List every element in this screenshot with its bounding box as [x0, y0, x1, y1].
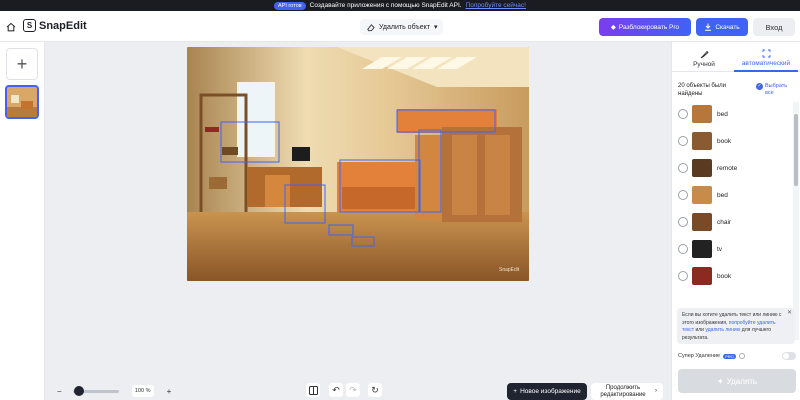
radio-button[interactable] — [678, 163, 688, 173]
logo[interactable]: S SnapEdit — [23, 19, 87, 32]
compare-icon[interactable] — [306, 383, 320, 397]
object-label: bed — [717, 110, 728, 118]
chevron-right-icon: › — [655, 388, 657, 395]
radio-button[interactable] — [678, 136, 688, 146]
download-button[interactable]: Скачать — [696, 18, 748, 36]
list-item[interactable]: chair — [672, 210, 793, 234]
object-panel: Ручной автоматический 20 объекты были на… — [671, 42, 800, 400]
radio-button[interactable] — [678, 271, 688, 281]
object-label: book — [717, 137, 732, 145]
home-icon[interactable] — [5, 21, 17, 33]
object-label: tv — [717, 245, 723, 253]
logo-text: SnapEdit — [39, 19, 87, 32]
chevron-down-icon: ▾ — [433, 24, 438, 31]
redo-icon[interactable]: ↷ — [346, 383, 360, 397]
new-image-label: Новое изображение — [520, 388, 581, 395]
object-label: chair — [717, 218, 732, 226]
radio-button[interactable] — [678, 217, 688, 227]
select-all-label: Выбрать все — [765, 83, 788, 96]
continue-editing-button[interactable]: Продолжить редактирование › — [591, 383, 663, 400]
top-header: S SnapEdit Удалить объект ▾ ◆ Разблокиро… — [0, 11, 800, 42]
image-sidebar: + — [0, 42, 45, 400]
download-label: Скачать — [715, 23, 740, 31]
room-photo[interactable]: SnapEdit — [187, 47, 529, 281]
remove-label: Удалять — [726, 376, 758, 386]
mode-tabs: Ручной автоматический — [672, 42, 800, 72]
plus-icon: + — [513, 388, 518, 395]
unlock-pro-button[interactable]: ◆ Разблокировать Pro — [599, 18, 691, 36]
list-item[interactable]: tv — [672, 237, 793, 261]
new-image-button[interactable]: + Новое изображение — [507, 383, 587, 400]
zoom-slider[interactable] — [72, 385, 119, 396]
tool-select-label: Удалить объект — [379, 23, 430, 31]
super-remove-toggle[interactable] — [782, 352, 796, 360]
objects-found-text: 20 объекты были найдены — [678, 83, 727, 97]
banner-text: Создавайте приложения с помощью SnapEdit… — [309, 2, 462, 9]
image-thumbnail[interactable] — [5, 85, 39, 119]
check-icon: ✓ — [756, 83, 763, 90]
brush-icon — [700, 50, 709, 59]
object-thumbnail — [692, 267, 712, 285]
download-icon — [705, 23, 712, 31]
info-icon[interactable] — [738, 353, 745, 359]
remove-line-link[interactable]: удалить линию — [705, 327, 740, 333]
close-icon[interactable]: ✕ — [787, 310, 792, 318]
list-item[interactable]: bed — [672, 183, 793, 207]
zoom-value[interactable]: 100 % — [131, 385, 154, 397]
object-thumbnail — [692, 213, 712, 231]
add-image-button[interactable]: + — [6, 48, 38, 80]
api-badge: API готов — [274, 1, 306, 10]
svg-text:SnapEdit: SnapEdit — [499, 267, 520, 273]
select-all-button[interactable]: ✓ Выбрать все — [756, 83, 789, 96]
reset-icon[interactable]: ↻ — [368, 383, 382, 397]
tab-automatic[interactable]: автоматический — [734, 46, 798, 72]
list-item[interactable]: book — [672, 264, 793, 288]
radio-button[interactable] — [678, 109, 688, 119]
object-thumbnail — [692, 186, 712, 204]
undo-icon[interactable]: ↶ — [329, 383, 343, 397]
zoom-slider-knob[interactable] — [73, 385, 84, 396]
object-thumbnail — [692, 132, 712, 150]
tool-select[interactable]: Удалить объект ▾ — [360, 19, 444, 35]
pro-badge: PRO — [723, 353, 736, 359]
magic-wand-icon: ✦ — [716, 376, 724, 386]
login-button[interactable]: Вход — [753, 18, 795, 36]
object-thumbnail — [692, 159, 712, 177]
list-scrollbar-thumb[interactable] — [794, 114, 798, 186]
scan-icon — [762, 49, 770, 58]
remove-button[interactable]: ✦ Удалять — [678, 369, 796, 393]
tab-manual[interactable]: Ручной — [678, 46, 730, 72]
object-thumbnail — [692, 240, 712, 258]
hint-text: или — [695, 327, 704, 333]
diamond-icon: ◆ — [610, 24, 616, 31]
object-label: bed — [717, 191, 728, 199]
zoom-in-icon[interactable]: + — [167, 387, 172, 396]
unlock-pro-label: Разблокировать Pro — [618, 23, 680, 31]
object-label: remote — [717, 164, 738, 172]
zoom-controls: − 100 % + — [57, 383, 184, 399]
tab-automatic-label: автоматический — [741, 60, 791, 67]
super-remove-label: Супер Удаление — [678, 353, 721, 359]
tab-manual-label: Ручной — [693, 61, 715, 68]
zoom-out-icon[interactable]: − — [57, 387, 62, 396]
list-item[interactable]: book — [672, 129, 793, 153]
list-item[interactable]: bed — [672, 102, 793, 126]
eraser-icon — [367, 23, 375, 31]
radio-button[interactable] — [678, 244, 688, 254]
plus-icon: + — [16, 53, 28, 74]
logo-mark-icon: S — [23, 19, 36, 32]
banner-link[interactable]: Попробуйте сейчас! — [466, 2, 526, 9]
list-item[interactable]: remote — [672, 156, 793, 180]
object-thumbnail — [692, 105, 712, 123]
object-label: book — [717, 272, 732, 280]
continue-editing-label: Продолжить редактирование — [600, 385, 646, 398]
hint-box: ✕ Если вы хотите удалить текст или линию… — [677, 308, 795, 344]
super-remove-row: Супер Удаление PRO — [678, 353, 745, 359]
radio-button[interactable] — [678, 190, 688, 200]
promo-banner: API готов Создавайте приложения с помощь… — [0, 0, 800, 11]
